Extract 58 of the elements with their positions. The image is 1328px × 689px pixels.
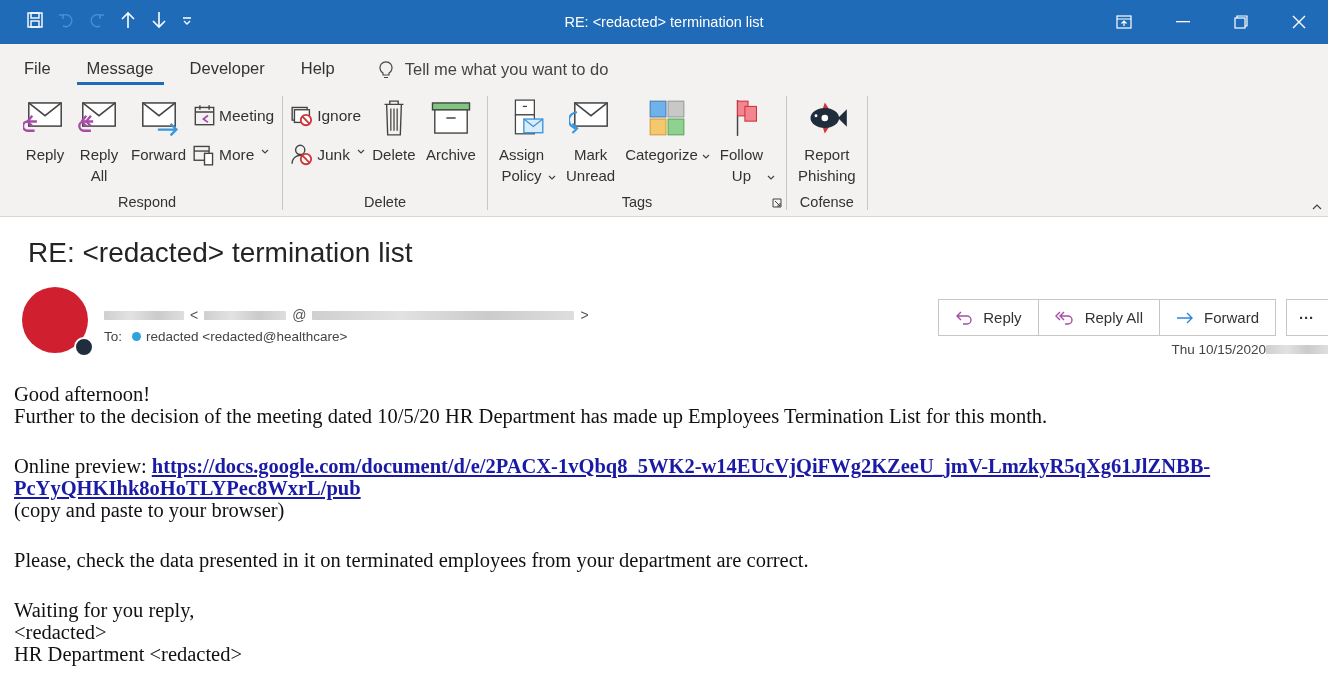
menu-tab[interactable]: Message	[76, 53, 164, 85]
body-text: (copy and paste to your browser)	[14, 499, 285, 521]
ribbon-button[interactable]: Report Phishing	[795, 96, 859, 188]
ribbon-display-options-icon[interactable]	[1116, 15, 1132, 29]
blurred-text	[1266, 345, 1328, 354]
minimize-icon[interactable]	[1176, 21, 1190, 23]
document-link[interactable]: https://docs.google.com/document/d/e/2PACX-1vQbq8_5WK2-w14EUcVjQiFWg2KZeeU_jmV-LmzkyR5qXg61JlZNBB-	[151, 455, 1211, 477]
person-blocked-icon	[291, 143, 315, 166]
collapse-ribbon-icon[interactable]	[1312, 204, 1322, 210]
presence-dot	[74, 337, 94, 357]
ribbon-button[interactable]: Mark Unread	[563, 96, 619, 188]
tell-me-search-field[interactable]: Tell me what you want to do	[402, 55, 707, 83]
ribbon-button[interactable]: Forward	[128, 96, 189, 167]
ribbon-button[interactable]: Archive	[422, 96, 479, 167]
reply-arrow-icon	[955, 310, 974, 325]
forward-arrow-icon	[1176, 311, 1194, 324]
body-text: Further to the decision of the meeting dated 10/5/20 HR Department has made up Employees Termination List for this month.	[14, 405, 1049, 427]
dialog-launcher-icon[interactable]	[772, 198, 783, 208]
calendar-icon	[193, 104, 216, 127]
menu-tab[interactable]: Help	[290, 53, 345, 85]
ribbon-group-label: Delete	[364, 193, 406, 210]
sender-bracket: <	[190, 307, 199, 323]
ribbon-group-label: Cofense	[799, 193, 854, 210]
body-text: HR Department <redacted>	[14, 643, 244, 665]
ribbon-button[interactable]: Reply All	[74, 96, 124, 188]
document-link[interactable]: PcYyQHKIhk8oHoTLYPec8WxrL/pub	[14, 477, 361, 499]
ignore-icon	[291, 104, 315, 127]
body-text: Good afternoon!	[14, 383, 152, 405]
ribbon-button[interactable]: Assign Policy	[495, 96, 559, 188]
message-date: Thu 10/15/2020	[1171, 342, 1266, 357]
to-label: To:	[104, 329, 122, 344]
ribbon-button[interactable]: Reply	[20, 96, 70, 167]
more-actions-button[interactable]: ···	[1286, 299, 1328, 336]
body-text: Waiting for you reply,	[14, 599, 196, 621]
lightbulb-icon	[378, 59, 393, 79]
ribbon-button[interactable]: Ignore	[291, 104, 365, 127]
menu-tab[interactable]: File	[14, 53, 61, 85]
ribbon-button[interactable]: Follow Up	[716, 96, 779, 188]
body-text: Please, check the data presented in it on terminated employees from your department are correct.	[14, 549, 810, 571]
ribbon-button[interactable]: Categorize	[622, 96, 713, 167]
body-text: Online preview:	[14, 455, 147, 477]
ribbon-group-label: Respond	[118, 193, 177, 210]
ribbon-group-label: Tags	[621, 193, 653, 210]
restore-icon[interactable]	[1234, 15, 1248, 29]
message-subject: RE: <redacted> termination list	[28, 237, 414, 269]
reply-all-arrow-icon	[1054, 310, 1075, 325]
sender-at-sign: @	[292, 307, 307, 323]
sender-bracket: >	[580, 307, 589, 323]
recipient-name[interactable]: redacted <redacted@healthcare>	[146, 329, 348, 344]
window-title: RE: <redacted> termination list	[564, 14, 764, 30]
ribbon-button[interactable]: Junk	[291, 143, 365, 166]
close-icon[interactable]	[1292, 15, 1306, 29]
body-text: <redacted>	[14, 621, 108, 643]
menu-tab[interactable]: Developer	[179, 53, 275, 85]
ribbon-button[interactable]: Delete	[368, 96, 419, 167]
calendar-phone-icon	[193, 143, 216, 166]
ribbon-button[interactable]: Meeting	[193, 104, 275, 127]
ribbon-button[interactable]: More	[193, 143, 275, 166]
